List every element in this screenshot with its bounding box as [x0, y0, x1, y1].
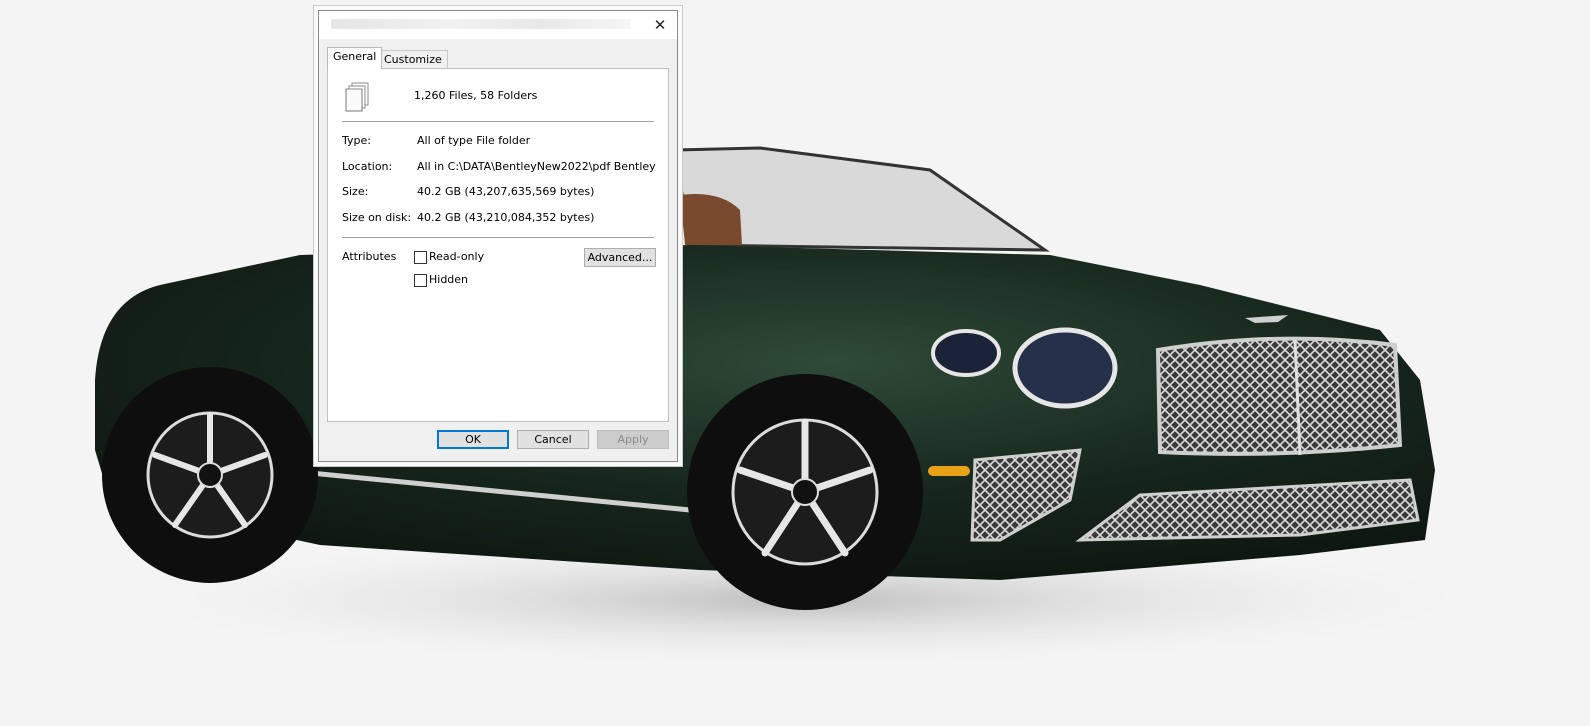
- read-only-label[interactable]: Read-only: [429, 250, 484, 263]
- size-value: 40.2 GB (43,207,635,569 bytes): [417, 185, 595, 198]
- properties-dialog: ✕ General Customize 1,260 Files, 58 Fold…: [318, 10, 678, 462]
- divider: [342, 121, 654, 122]
- type-row: Type: All of type File folder: [342, 134, 662, 150]
- divider: [342, 237, 654, 238]
- ok-button[interactable]: OK: [437, 430, 509, 449]
- location-label: Location:: [342, 160, 393, 173]
- close-button[interactable]: ✕: [649, 15, 671, 35]
- tab-customize[interactable]: Customize: [378, 50, 448, 70]
- hidden-checkbox[interactable]: [414, 274, 427, 287]
- hidden-label[interactable]: Hidden: [429, 273, 468, 286]
- attributes-label: Attributes: [342, 250, 397, 263]
- tab-general[interactable]: General: [327, 47, 383, 69]
- size-label: Size:: [342, 185, 369, 198]
- type-value: All of type File folder: [417, 134, 531, 147]
- title-bar[interactable]: ✕: [319, 11, 677, 39]
- documents-icon: [345, 82, 369, 112]
- location-row: Location: All in C:\DATA\BentleyNew2022\…: [342, 160, 662, 176]
- size-on-disk-value: 40.2 GB (43,210,084,352 bytes): [417, 211, 595, 224]
- file-count-summary: 1,260 Files, 58 Folders: [414, 89, 538, 102]
- location-value: All in C:\DATA\BentleyNew2022\pdf Bentle…: [417, 160, 656, 173]
- cancel-button[interactable]: Cancel: [517, 430, 589, 449]
- general-tab-panel: 1,260 Files, 58 Folders Type: All of typ…: [327, 68, 669, 422]
- dialog-title-obscured: [331, 19, 631, 29]
- advanced-button[interactable]: Advanced...: [584, 248, 656, 267]
- type-label: Type:: [342, 134, 371, 147]
- size-on-disk-label: Size on disk:: [342, 211, 412, 224]
- car-background-image: [80, 146, 1520, 670]
- read-only-checkbox[interactable]: [414, 251, 427, 264]
- size-row: Size: 40.2 GB (43,207,635,569 bytes): [342, 185, 662, 201]
- apply-button: Apply: [597, 430, 669, 449]
- size-on-disk-row: Size on disk: 40.2 GB (43,210,084,352 by…: [342, 211, 662, 227]
